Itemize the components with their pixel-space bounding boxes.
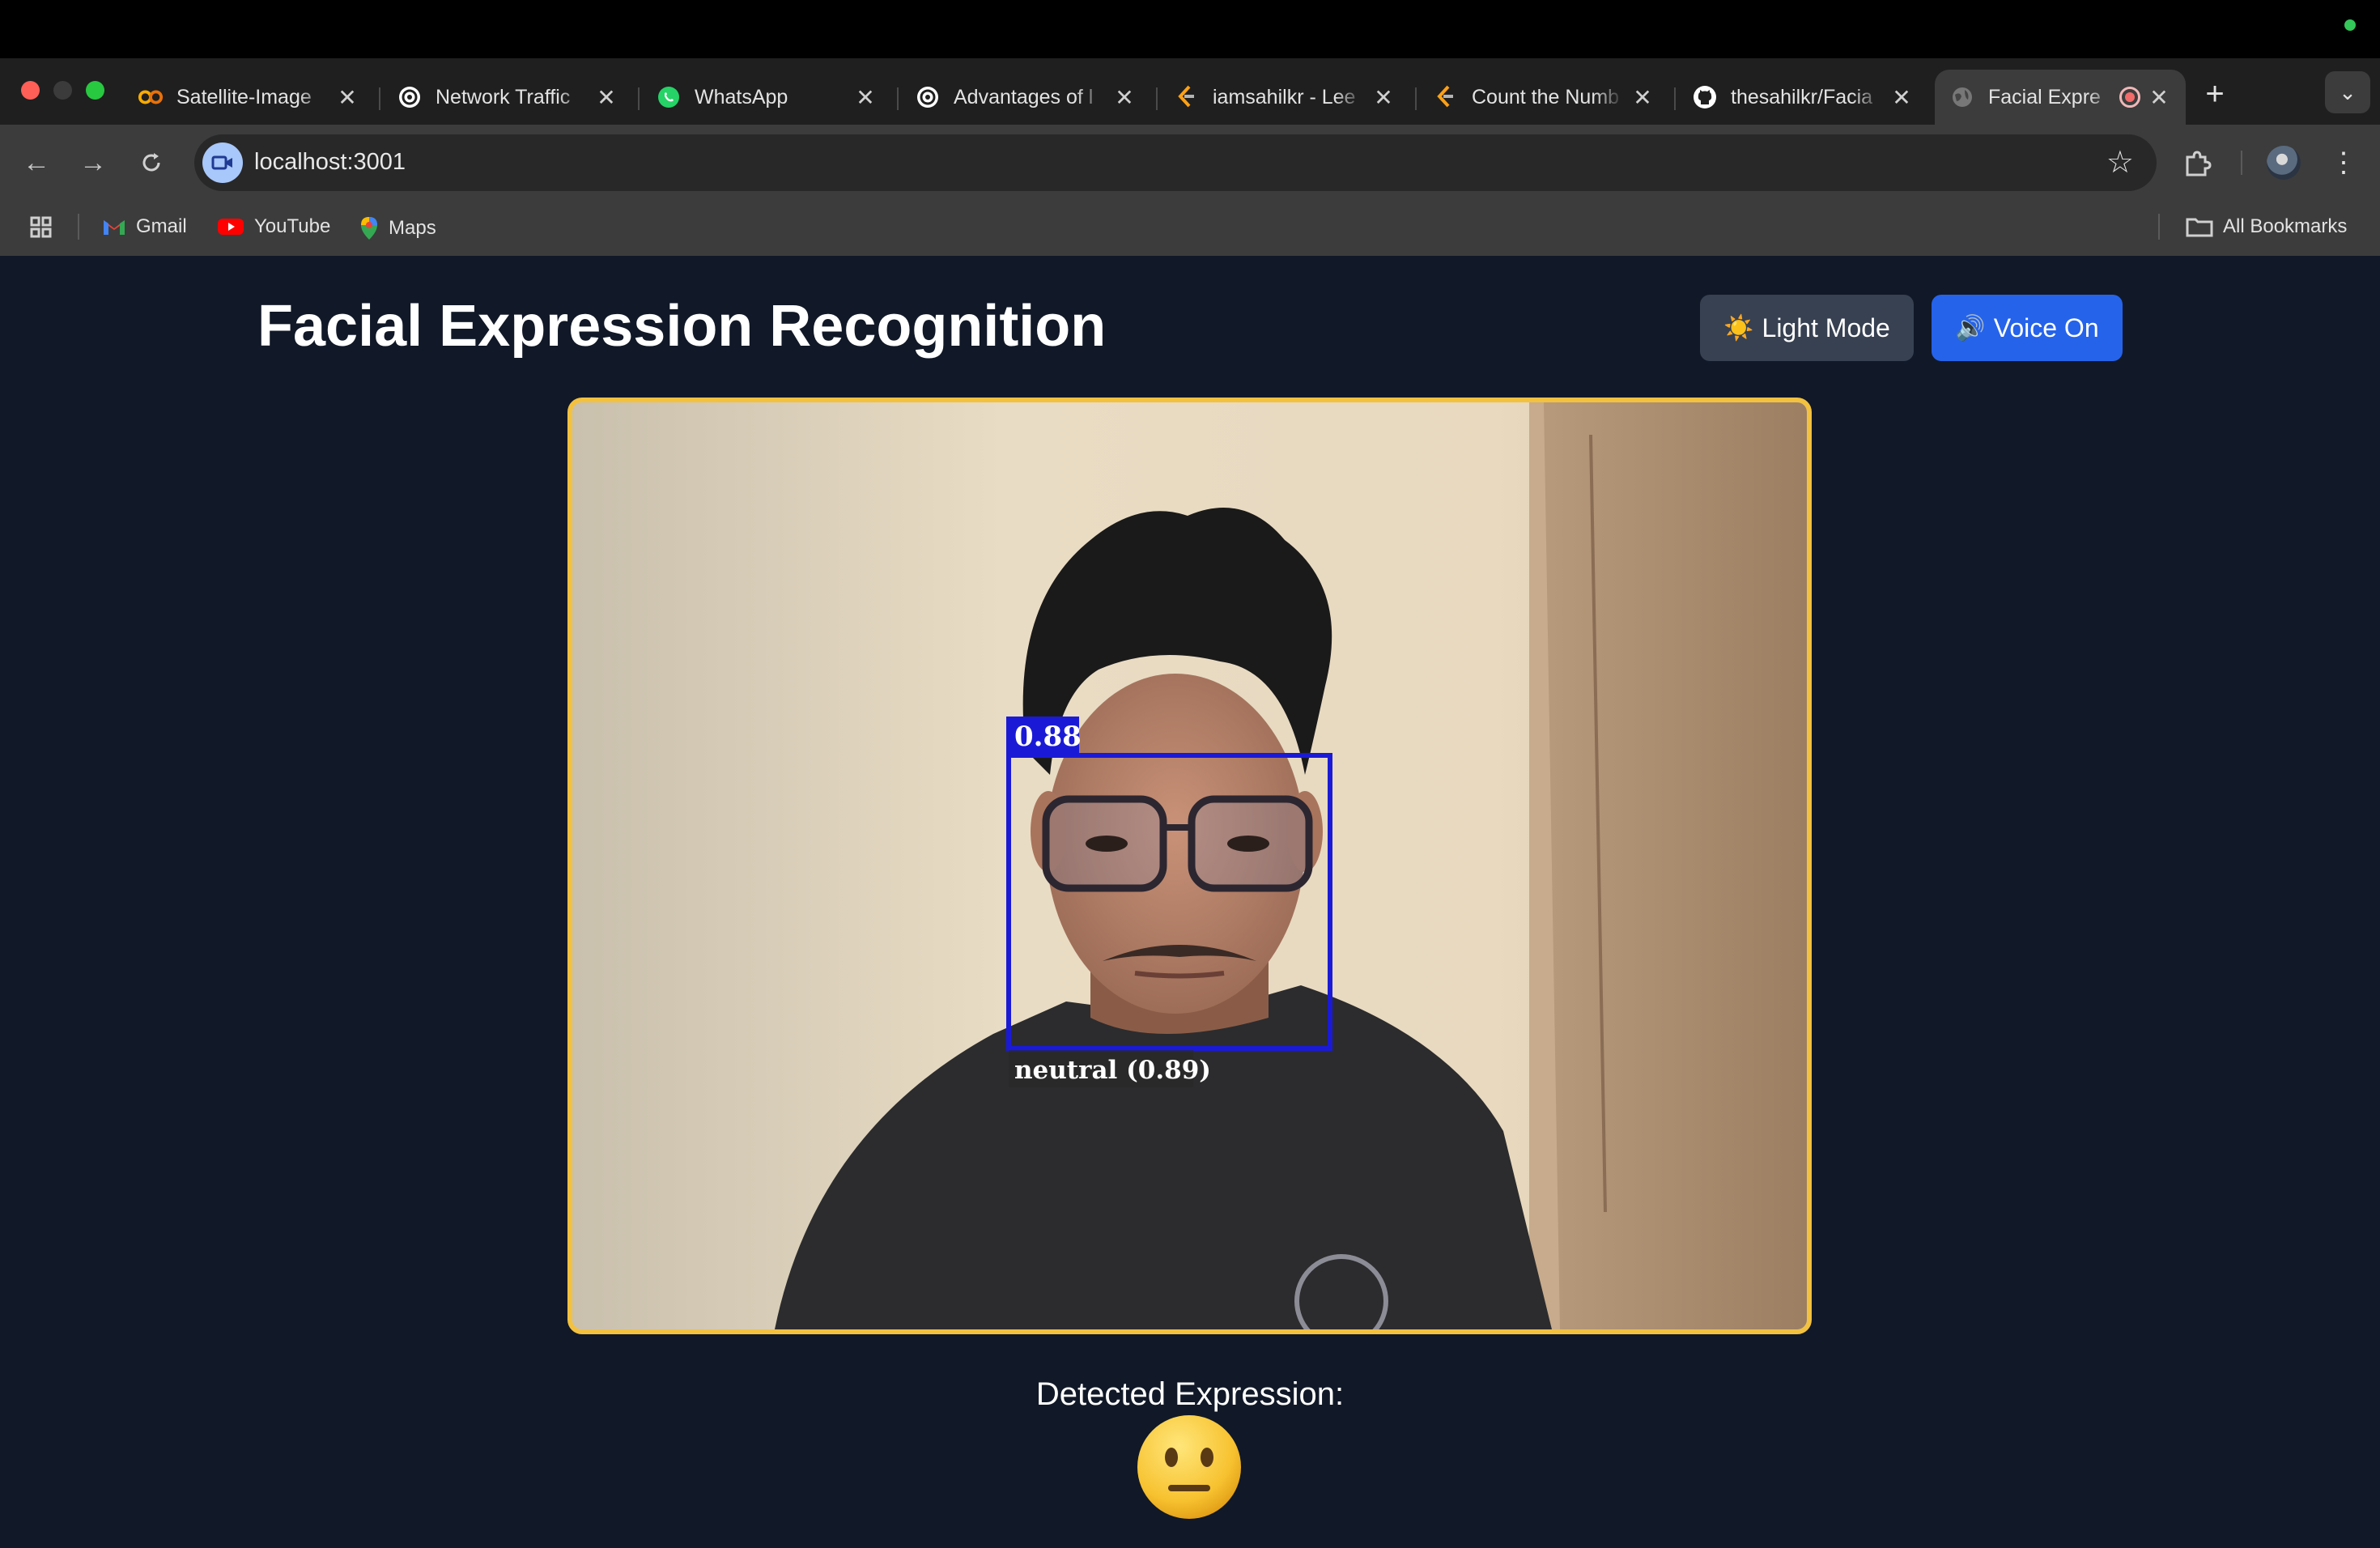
- profile-avatar[interactable]: [2267, 146, 2301, 180]
- tab-strip: Satellite-Image ✕ Network Traffic ✕ What…: [0, 58, 2380, 125]
- person-mouth: [1134, 971, 1225, 979]
- tab-leetcode-profile[interactable]: iamsahilkr - Lee ✕: [1159, 70, 1410, 125]
- close-icon[interactable]: ✕: [1112, 85, 1137, 110]
- detection-score-text: 0.88: [1014, 721, 1082, 753]
- door-frame: [1529, 402, 1807, 1329]
- close-icon[interactable]: ✕: [1630, 85, 1655, 110]
- tab-search-button[interactable]: ⌄: [2325, 71, 2370, 113]
- reload-button[interactable]: [131, 142, 172, 183]
- detected-expression-label: Detected Expression:: [1035, 1376, 1345, 1412]
- bookmarks-bar: Gmail YouTube Maps All Bookmarks: [0, 201, 2380, 256]
- tab-title: thesahilkr/Facia: [1731, 85, 1873, 108]
- globe-icon: [1949, 84, 1975, 110]
- close-icon[interactable]: ✕: [1889, 85, 1914, 110]
- url-text: localhost:3001: [254, 149, 406, 175]
- tab-separator: [379, 87, 380, 110]
- back-button[interactable]: ←: [16, 142, 57, 183]
- tab-title: Network Traffic: [436, 85, 571, 108]
- colab-icon: [138, 84, 164, 110]
- tab-network-traffic[interactable]: Network Traffic ✕: [382, 70, 633, 125]
- new-tab-button[interactable]: +: [2197, 76, 2233, 112]
- folder-icon: [2186, 216, 2213, 237]
- recording-icon: [2119, 87, 2140, 108]
- menu-icon[interactable]: ⋮: [2330, 144, 2357, 181]
- extensions-icon[interactable]: [2181, 147, 2213, 180]
- tab-count-numbers[interactable]: Count the Numb ✕: [1418, 70, 1669, 125]
- camera-in-use-icon[interactable]: [202, 142, 243, 183]
- bookmark-maps[interactable]: Maps: [359, 215, 436, 241]
- expression-label-text: neutral (0.89): [1014, 1056, 1211, 1085]
- apps-grid-icon[interactable]: [29, 215, 53, 240]
- tab-separator: [897, 87, 899, 110]
- window-minimize-button[interactable]: [53, 81, 72, 100]
- os-menu-strip: [0, 0, 2380, 58]
- openai-icon: [915, 84, 941, 110]
- tab-title: Advantages of l: [954, 85, 1094, 108]
- tab-title: iamsahilkr - Lee: [1213, 85, 1356, 108]
- speaker-icon: 🔊: [1955, 314, 1986, 342]
- all-bookmarks-label: All Bookmarks: [2223, 215, 2348, 237]
- tab-github[interactable]: thesahilkr/Facia ✕: [1677, 70, 1928, 125]
- window-close-button[interactable]: [21, 81, 40, 100]
- openai-icon: [397, 84, 423, 110]
- tab-title: Count the Numb: [1472, 85, 1620, 108]
- toolbar-separator: [2241, 151, 2242, 175]
- close-icon[interactable]: ✕: [1371, 85, 1396, 110]
- person-eye-right: [1227, 836, 1269, 852]
- app-page: Facial Expression Recognition ☀️ Light M…: [0, 256, 2380, 1548]
- reload-icon: [142, 153, 160, 172]
- youtube-icon: [217, 217, 244, 236]
- close-icon[interactable]: ✕: [335, 85, 359, 110]
- bookmarks-separator: [2158, 214, 2160, 240]
- bookmarks-separator: [78, 214, 79, 240]
- webcam-video: 0.88 neutral (0.89): [567, 398, 1812, 1334]
- window-maximize-button[interactable]: [86, 81, 104, 100]
- tab-separator: [638, 87, 640, 110]
- tab-title: WhatsApp: [695, 85, 788, 108]
- tab-separator: [1156, 87, 1158, 110]
- whatsapp-icon: [656, 84, 682, 110]
- tab-advantages[interactable]: Advantages of l ✕: [900, 70, 1151, 125]
- github-icon: [1692, 84, 1718, 110]
- bookmark-label: Maps: [389, 217, 436, 239]
- tab-facial-expression[interactable]: Facial Expre ✕: [1935, 70, 2186, 125]
- tab-whatsapp[interactable]: WhatsApp ✕: [641, 70, 892, 125]
- tab-separator: [1415, 87, 1417, 110]
- close-icon[interactable]: ✕: [2147, 85, 2171, 110]
- leetcode-icon: [1174, 84, 1200, 110]
- person-eye-left: [1086, 836, 1128, 852]
- bookmark-gmail[interactable]: Gmail: [102, 215, 187, 238]
- address-bar[interactable]: localhost:3001 ☆: [194, 134, 2157, 191]
- tab-satellite[interactable]: Satellite-Image ✕: [123, 70, 374, 125]
- status-indicator-icon: [2344, 19, 2356, 31]
- gmail-icon: [102, 217, 126, 236]
- forward-button[interactable]: →: [73, 142, 113, 183]
- browser-toolbar: ← → localhost:3001 ☆ ⋮: [0, 125, 2380, 201]
- bookmark-star-icon[interactable]: ☆: [2106, 144, 2134, 181]
- close-icon[interactable]: ✕: [853, 85, 878, 110]
- light-mode-label: Light Mode: [1762, 313, 1890, 342]
- tab-title: Facial Expre: [1988, 85, 2101, 108]
- tab-title: Satellite-Image: [176, 85, 312, 108]
- voice-toggle-button[interactable]: 🔊 Voice On: [1932, 295, 2123, 361]
- page-title: Facial Expression Recognition: [257, 294, 1107, 359]
- neutral-face-icon: [1137, 1415, 1241, 1519]
- light-mode-button[interactable]: ☀️ Light Mode: [1700, 295, 1914, 361]
- bookmark-youtube[interactable]: YouTube: [217, 215, 330, 238]
- maps-icon: [359, 215, 379, 241]
- tab-separator: [1674, 87, 1676, 110]
- bookmark-label: YouTube: [254, 215, 331, 237]
- leetcode-icon: [1433, 84, 1459, 110]
- close-icon[interactable]: ✕: [594, 85, 618, 110]
- bookmark-label: Gmail: [136, 215, 187, 237]
- sun-icon: ☀️: [1723, 314, 1754, 342]
- all-bookmarks-button[interactable]: All Bookmarks: [2186, 215, 2347, 238]
- voice-label: Voice On: [1993, 313, 2099, 342]
